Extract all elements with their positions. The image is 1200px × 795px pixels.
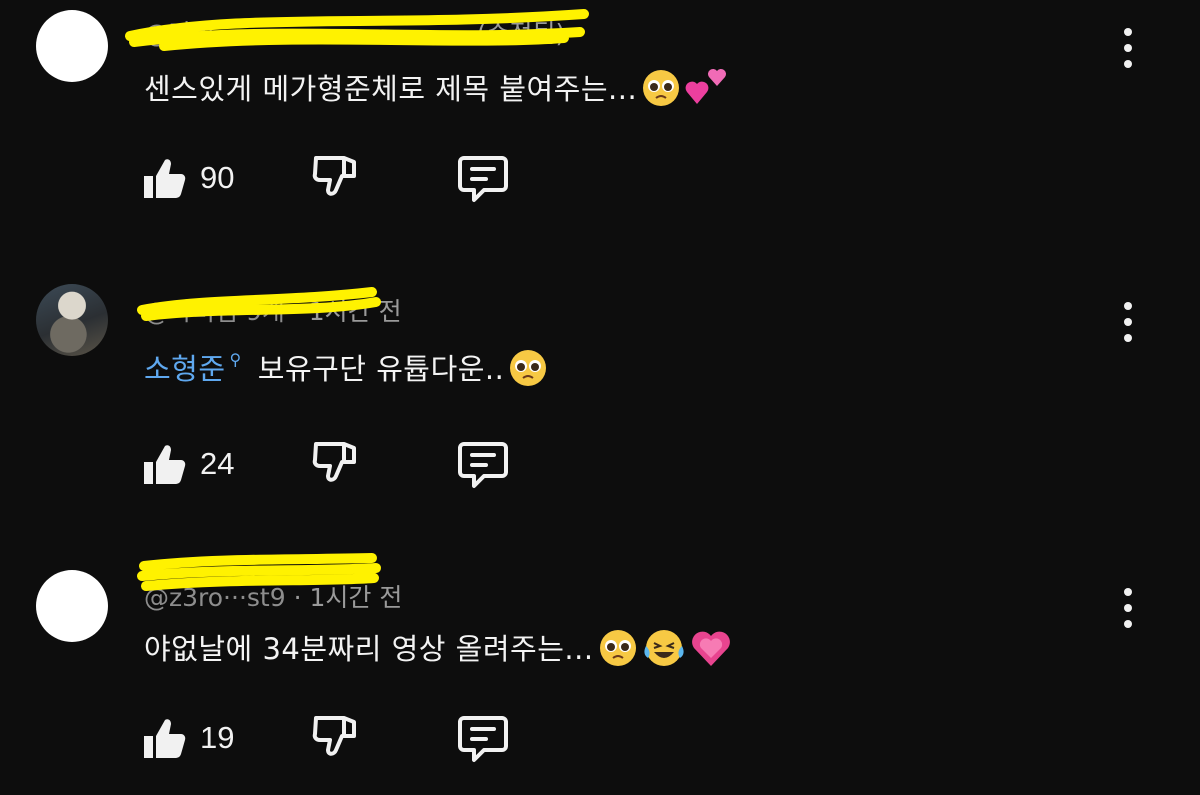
like-count: 19: [200, 720, 235, 755]
dislike-button[interactable]: [310, 712, 362, 764]
thumbs-down-icon: [312, 442, 356, 482]
timestamp: (수정됨): [476, 19, 566, 48]
thumbs-up-icon: [144, 445, 186, 484]
reply-button[interactable]: [456, 712, 510, 764]
comment-text: 소형준 ⚲ 보유구단 유튭다운..: [144, 346, 548, 395]
timestamp: 1시간 전: [308, 297, 402, 326]
comment-text: 야없날에 34분짜리 영상 올려주는...: [144, 626, 732, 675]
like-button[interactable]: 24: [140, 438, 234, 490]
comment-meta: @z3ro···st9 · 1시간 전: [144, 578, 402, 614]
growing-heart-emoji: [690, 628, 732, 675]
more-vert-icon[interactable]: [1112, 298, 1144, 346]
comment-body: 보유구단 유튭다운..: [257, 352, 505, 386]
like-button[interactable]: 19: [140, 712, 234, 764]
comment-actions: 90: [140, 152, 560, 204]
avatar[interactable]: [36, 10, 108, 82]
like-count: 90: [200, 160, 235, 195]
search-icon: ⚲: [229, 350, 242, 369]
dislike-button[interactable]: [310, 152, 362, 204]
more-vert-icon[interactable]: [1112, 24, 1144, 72]
thumbs-up-icon: [144, 719, 186, 758]
comment-body: 센스있게 메가형준체로 제목 붙여주는...: [144, 72, 638, 106]
reply-icon: [458, 716, 508, 762]
mention-link[interactable]: 소형준: [144, 352, 226, 386]
like-count: 24: [200, 446, 235, 481]
two-hearts-emoji: [685, 68, 729, 115]
reply-icon: [458, 156, 508, 202]
dislike-button[interactable]: [310, 438, 362, 490]
pleading-face-emoji: [508, 348, 548, 395]
reply-icon: [458, 442, 508, 488]
reply-button[interactable]: [456, 152, 510, 204]
reply-button[interactable]: [456, 438, 510, 490]
comment-body: 야없날에 34분짜리 영상 올려주는...: [144, 632, 594, 666]
author-handle[interactable]: @라비킴·9개: [144, 297, 285, 326]
avatar[interactable]: [36, 284, 108, 356]
timestamp: 1시간 전: [309, 583, 403, 612]
comment-actions: 24: [140, 438, 560, 490]
joy-face-emoji: [642, 628, 686, 675]
more-vert-icon[interactable]: [1112, 584, 1144, 632]
avatar[interactable]: [36, 570, 108, 642]
comment-text: 센스있게 메가형준체로 제목 붙여주는...: [144, 66, 729, 115]
timestamp-separator: ·: [292, 297, 301, 326]
timestamp-separator: ·: [293, 583, 302, 612]
pleading-face-emoji: [641, 68, 681, 115]
thumbs-down-icon: [312, 716, 356, 756]
author-handle[interactable]: @z3ro···st9: [144, 583, 286, 612]
like-button[interactable]: 90: [140, 152, 234, 204]
author-handle[interactable]: @자리···: [144, 19, 239, 48]
comment-actions: 19: [140, 712, 560, 764]
thumbs-down-icon: [312, 156, 356, 196]
comment-meta: @라비킴·9개 · 1시간 전: [144, 292, 402, 328]
thumbs-up-icon: [144, 159, 186, 198]
pleading-face-emoji: [598, 628, 638, 675]
comment-meta: @자리··· (수정됨): [144, 14, 565, 50]
